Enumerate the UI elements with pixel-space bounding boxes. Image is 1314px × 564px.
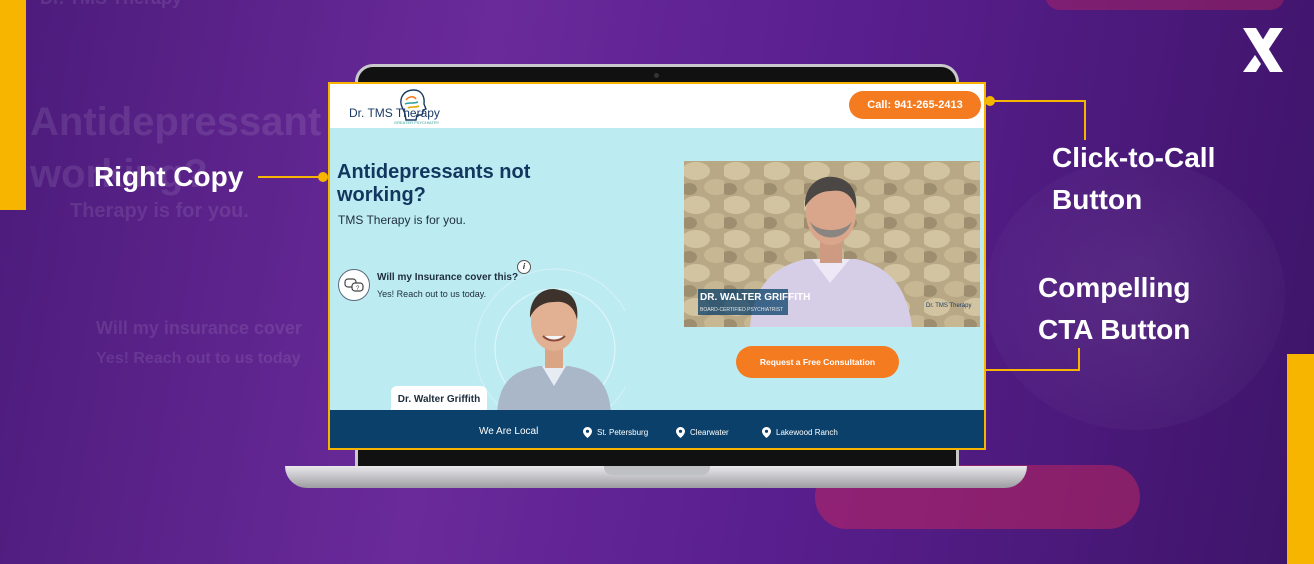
site-logo[interactable]: Dr. TMS Therapy — [349, 106, 440, 120]
request-consultation-button[interactable]: Request a Free Consultation — [736, 346, 899, 378]
laptop-camera — [654, 73, 659, 78]
doctor-video[interactable]: DR. WALTER GRIFFITH BOARD-CERTIFIED PSYC… — [684, 161, 980, 327]
hero-headline: Antidepressants not working? — [337, 161, 531, 206]
video-watermark-logo: Dr. TMS Therapy — [926, 303, 972, 309]
callout-line-call-h — [992, 100, 1086, 102]
accent-bar-left — [0, 0, 26, 210]
map-pin-icon — [762, 427, 771, 438]
site-logo-subtitle: GREATER PSYCHIATRY — [394, 120, 440, 125]
bg-logo-ghost: Dr. TMS Therapy — [40, 0, 182, 9]
chat-bubbles-icon: ? — [338, 269, 370, 301]
bg-faq-question-ghost: Will my insurance cover — [96, 318, 302, 338]
callout-line-cta-v — [1078, 348, 1080, 371]
x-logo-icon — [1243, 28, 1283, 72]
footer-title: We Are Local — [479, 426, 539, 437]
location-label: Clearwater — [690, 428, 729, 437]
location-label: Lakewood Ranch — [776, 428, 838, 437]
map-pin-icon — [676, 427, 685, 438]
callout-cta: Compelling CTA Button — [1038, 272, 1191, 345]
bg-faq-answer-ghost: Yes! Reach out to us today — [96, 350, 301, 367]
bg-call-ghost — [1045, 0, 1285, 10]
doctor-photo — [497, 289, 611, 414]
website-screen: Dr. TMS Therapy GREATER PSYCHIATRY Call:… — [328, 82, 986, 450]
map-pin-icon — [583, 427, 592, 438]
faq-answer: Yes! Reach out to us today. — [377, 289, 487, 299]
callout-right-copy: Right Copy — [94, 161, 244, 192]
video-doctor-title: BOARD-CERTIFIED PSYCHIATRIST — [700, 307, 784, 313]
local-footer: We Are Local St. Petersburg Clearwater L… — [330, 410, 984, 448]
location-st-petersburg[interactable]: St. Petersburg — [583, 427, 648, 438]
laptop-notch — [604, 466, 710, 475]
video-doctor-name: DR. WALTER GRIFFITH — [700, 292, 811, 303]
info-icon[interactable]: i — [517, 260, 531, 274]
bg-subheadline-ghost: Therapy is for you. — [70, 200, 249, 222]
accent-bar-right — [1287, 354, 1314, 564]
doctor-name-card: Dr. Walter Griffith — [391, 386, 487, 412]
callout-line-right-copy — [258, 176, 320, 178]
location-lakewood-ranch[interactable]: Lakewood Ranch — [762, 427, 838, 438]
callout-line-call-v — [1084, 100, 1086, 140]
location-clearwater[interactable]: Clearwater — [676, 427, 729, 438]
hero-subheadline: TMS Therapy is for you. — [338, 213, 466, 227]
call-button[interactable]: Call: 941-265-2413 — [849, 91, 981, 119]
location-label: St. Petersburg — [597, 428, 649, 437]
callout-click-to-call: Click-to-Call Button — [1052, 142, 1216, 215]
site-header: Dr. TMS Therapy GREATER PSYCHIATRY Call:… — [330, 84, 984, 128]
callout-dot-right-copy — [318, 172, 328, 182]
